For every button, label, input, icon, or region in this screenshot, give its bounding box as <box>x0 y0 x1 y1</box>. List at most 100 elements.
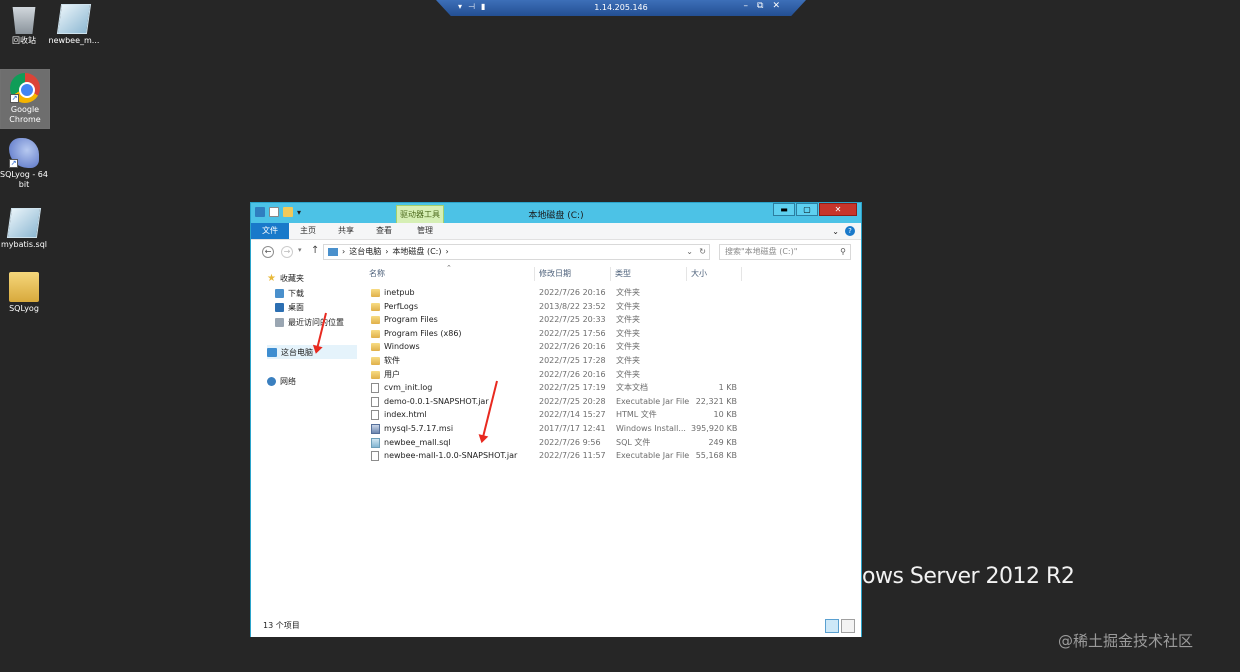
status-bar: 13 个项目 <box>251 615 861 637</box>
address-input[interactable]: › 这台电脑 › 本地磁盘 (C:) › ⌄ ↻ <box>323 244 710 260</box>
file-type: Executable Jar File <box>616 451 690 461</box>
forward-button[interactable]: → <box>281 246 293 258</box>
nav-recent-places[interactable]: 最近访问的位置 <box>275 315 344 329</box>
refresh-icon[interactable]: ↻ <box>699 245 706 259</box>
file-size: 22,321 KB <box>695 396 737 406</box>
folder-icon <box>371 343 380 352</box>
breadcrumb-this-pc[interactable]: 这台电脑 <box>349 245 381 259</box>
file-name: index.html <box>384 410 427 420</box>
desktop-icon-recycle-bin[interactable]: 回收站 <box>0 4 48 46</box>
details-view-button[interactable] <box>825 619 839 633</box>
folder-icon <box>371 356 380 365</box>
nav-label: 这台电脑 <box>281 347 313 357</box>
nav-desktop[interactable]: 桌面 <box>275 300 304 314</box>
file-date: 2022/7/14 15:27 <box>539 410 606 420</box>
file-size: 55,168 KB <box>695 451 737 461</box>
minimize-button[interactable]: ▬ <box>773 203 795 216</box>
address-dropdown-icon[interactable]: ⌄ <box>686 245 693 259</box>
desktop-icon-sqlyog-64[interactable]: ↗ SQLyog - 64 bit <box>0 138 48 190</box>
folder-icon <box>371 302 380 311</box>
desktop-icon-chrome[interactable]: ↗ Google Chrome <box>0 69 50 129</box>
file-row[interactable]: cvm_init.log 2022/7/25 17:19 文本文档 1 KB <box>358 381 743 395</box>
file-row[interactable]: PerfLogs 2013/8/22 23:52 文件夹 <box>358 300 743 314</box>
up-button[interactable]: ↑ <box>311 245 319 256</box>
breadcrumb-local-disk[interactable]: 本地磁盘 (C:) <box>392 245 441 259</box>
nav-label: 下载 <box>288 288 304 298</box>
folder-icon <box>9 272 39 302</box>
expand-ribbon-icon[interactable]: ⌄ <box>832 227 839 236</box>
search-icon[interactable]: ⚲ <box>840 245 846 259</box>
file-row[interactable]: inetpub 2022/7/26 20:16 文件夹 <box>358 286 743 300</box>
file-type: 文件夹 <box>616 342 640 352</box>
recent-places-icon <box>275 317 284 327</box>
file-size: 1 KB <box>718 383 737 393</box>
search-input[interactable]: 搜索"本地磁盘 (C:)" ⚲ <box>719 244 851 260</box>
shortcut-arrow-icon: ↗ <box>10 94 19 103</box>
recent-locations-icon[interactable]: ▾ <box>298 246 302 254</box>
file-type: 文件夹 <box>616 369 640 379</box>
help-icon[interactable]: ? <box>845 226 855 236</box>
file-name: Windows <box>384 342 420 352</box>
file-date: 2022/7/26 20:16 <box>539 342 606 352</box>
file-row[interactable]: 用户 2022/7/26 20:16 文件夹 <box>358 368 743 382</box>
file-name: Program Files <box>384 315 438 325</box>
file-row[interactable]: index.html 2022/7/14 15:27 HTML 文件 10 KB <box>358 408 743 422</box>
back-button[interactable]: ← <box>262 246 274 258</box>
file-row[interactable]: mysql-5.7.17.msi 2017/7/17 12:41 Windows I… <box>358 422 743 436</box>
file-row[interactable]: newbee-mall-1.0.0-SNAPSHOT.jar 2022/7/26 … <box>358 449 743 463</box>
close-icon[interactable]: ✕ <box>772 1 780 11</box>
column-header-size[interactable]: 大小 <box>687 267 742 281</box>
file-name: PerfLogs <box>384 301 419 311</box>
file-date: 2022/7/26 9:56 <box>539 437 601 447</box>
sql-file-icon <box>6 208 42 238</box>
recycle-bin-icon <box>12 7 36 34</box>
desktop-icon-mybatis-sql[interactable]: mybatis.sql <box>0 208 48 250</box>
file-type: Executable Jar File <box>616 396 690 406</box>
file-date: 2022/7/25 20:33 <box>539 315 606 325</box>
file-icon <box>371 383 379 394</box>
file-name: newbee_mall.sql <box>384 437 451 447</box>
explorer-content: ★ 收藏夹 下载 桌面 最近访问的位置 这台电脑 网络 ⌃ 名称 修改日期 类型… <box>251 263 861 631</box>
file-row[interactable]: Program Files (x86) 2022/7/25 17:56 文件夹 <box>358 327 743 341</box>
file-row[interactable]: Program Files 2022/7/25 20:33 文件夹 <box>358 313 743 327</box>
nav-downloads[interactable]: 下载 <box>275 286 304 300</box>
column-header-name[interactable]: 名称 <box>365 267 535 281</box>
folder-icon <box>371 316 380 325</box>
desktop-folder-icon <box>275 302 284 312</box>
tab-view[interactable]: 查看 <box>365 223 403 239</box>
file-rows: inetpub 2022/7/26 20:16 文件夹 PerfLogs 2013/8/… <box>358 286 743 463</box>
computer-icon <box>328 248 338 256</box>
column-header-date[interactable]: 修改日期 <box>535 267 611 281</box>
file-name: cvm_init.log <box>384 383 433 393</box>
column-header-type[interactable]: 类型 <box>611 267 687 281</box>
file-name: inetpub <box>384 288 415 297</box>
file-row[interactable]: newbee_mall.sql 2022/7/26 9:56 SQL 文件 249 K… <box>358 436 743 450</box>
minimize-icon[interactable]: – <box>744 1 749 11</box>
tab-home[interactable]: 主页 <box>289 223 327 239</box>
restore-icon[interactable]: ⧉ <box>757 1 763 11</box>
tab-manage[interactable]: 管理 <box>403 223 447 239</box>
file-date: 2013/8/22 23:52 <box>539 301 606 311</box>
maximize-button[interactable]: ▢ <box>796 203 818 216</box>
nav-network[interactable]: 网络 <box>267 374 296 388</box>
nav-label: 收藏夹 <box>279 273 304 283</box>
address-bar-row: ← → ▾ ↑ › 这台电脑 › 本地磁盘 (C:) › ⌄ ↻ 搜索"本地磁盘… <box>251 239 861 263</box>
nav-label: 最近访问的位置 <box>288 317 344 327</box>
sqlyog-icon: ↗ <box>9 138 39 168</box>
window-titlebar[interactable]: ▾ 驱动器工具 本地磁盘 (C:) ▬ ▢ ✕ <box>251 203 861 223</box>
file-row[interactable]: Windows 2022/7/26 20:16 文件夹 <box>358 340 743 354</box>
tab-file[interactable]: 文件 <box>251 223 289 239</box>
file-row[interactable]: 软件 2022/7/25 17:28 文件夹 <box>358 354 743 368</box>
file-name: demo-0.0.1-SNAPSHOT.jar <box>384 396 489 406</box>
large-icons-view-button[interactable] <box>841 619 855 633</box>
desktop-icon-label: mybatis.sql <box>0 240 48 249</box>
desktop-icon-sqlyog-folder[interactable]: SQLyog <box>0 272 48 314</box>
desktop-icon-newbee-sql[interactable]: newbee_m... <box>48 4 100 46</box>
file-row[interactable]: demo-0.0.1-SNAPSHOT.jar 2022/7/25 20:28 Ex… <box>358 395 743 409</box>
column-headers: ⌃ 名称 修改日期 类型 大小 <box>358 264 743 281</box>
close-button[interactable]: ✕ <box>819 203 857 216</box>
window-title: 本地磁盘 (C:) <box>528 211 584 221</box>
nav-favorites[interactable]: ★ 收藏夹 <box>267 271 304 285</box>
breadcrumb-separator-icon: › <box>445 247 449 256</box>
tab-share[interactable]: 共享 <box>327 223 365 239</box>
